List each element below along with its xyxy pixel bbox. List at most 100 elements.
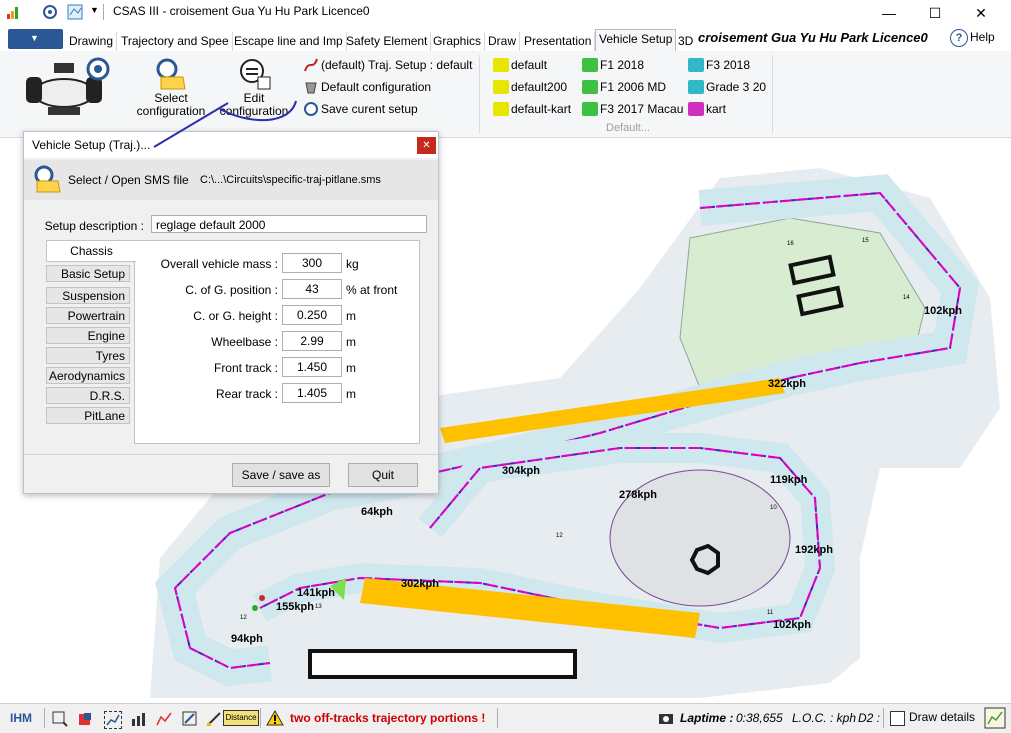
- tab-drawing[interactable]: Drawing: [66, 32, 118, 51]
- trajectory-setup-icon: [304, 58, 318, 72]
- annotation-arrow: [153, 100, 297, 148]
- speed-label: 278kph: [619, 489, 657, 501]
- preset-f3-2017-macau[interactable]: F3 2017 Macau: [600, 102, 683, 116]
- edit-graph-icon[interactable]: [182, 711, 198, 727]
- open-folder-icon[interactable]: [32, 164, 64, 194]
- dialog-divider: [24, 454, 438, 455]
- preset-grade-3-20[interactable]: Grade 3 20: [706, 80, 766, 94]
- speed-label: 322kph: [768, 378, 806, 390]
- preset-f1-2006-md[interactable]: F1 2006 MD: [600, 80, 666, 94]
- preset-default200[interactable]: default200: [511, 80, 567, 94]
- chart-icon[interactable]: [104, 711, 122, 729]
- ribbon-group-label-default: Default...: [606, 122, 651, 134]
- grid-view-icon[interactable]: [984, 707, 1006, 729]
- save-as-button[interactable]: Save / save as: [232, 463, 330, 487]
- title-bar: ▼ CSAS III - croisement Gua Yu Hu Park L…: [0, 0, 1011, 26]
- speed-label: 141kph: [297, 587, 335, 599]
- front-track-input[interactable]: 1.450: [282, 357, 342, 377]
- laptime-label: Laptime :: [680, 711, 734, 725]
- setup-description-label: Setup description :: [44, 219, 144, 233]
- help-label[interactable]: Help: [970, 30, 995, 44]
- preset-default[interactable]: default: [511, 58, 547, 72]
- open-sms-file-button[interactable]: Select / Open SMS file: [68, 173, 189, 187]
- traj-setup-button[interactable]: (default) Traj. Setup : default: [321, 58, 472, 72]
- vehicle-mass-input[interactable]: 300: [282, 253, 342, 273]
- setup-description-input[interactable]: reglage default 2000: [151, 215, 427, 233]
- tab-escape-line[interactable]: Escape line and Imp: [231, 32, 347, 51]
- tab-chassis[interactable]: Chassis: [46, 240, 136, 262]
- speed-label: 119kph: [770, 474, 808, 486]
- tab-aerodynamics[interactable]: Aerodynamics: [46, 367, 130, 384]
- cog-height-input[interactable]: 0.250: [282, 305, 342, 325]
- wheelbase-unit: m: [346, 335, 356, 349]
- file-menu-button[interactable]: ▼: [8, 29, 63, 49]
- cog-position-input[interactable]: 43: [282, 279, 342, 299]
- magnifier-icon[interactable]: [52, 711, 68, 727]
- status-separator: [260, 708, 261, 728]
- tab-powertrain[interactable]: Powertrain: [46, 307, 130, 324]
- turn-number: 12: [556, 533, 563, 539]
- cog-position-label: C. of G. position :: [185, 283, 278, 297]
- default-configuration-button[interactable]: Default configuration: [321, 80, 431, 94]
- maximize-button[interactable]: ☐: [912, 0, 958, 26]
- preset-default-kart[interactable]: default-kart: [511, 102, 571, 116]
- select-configuration-icon[interactable]: [155, 57, 189, 91]
- tab-graphics[interactable]: Graphics: [430, 32, 486, 51]
- formula-car-icon: [26, 57, 110, 115]
- ribbon-banner-title: croisement Gua Yu Hu Park Licence0: [698, 30, 928, 45]
- draw-details-label[interactable]: Draw details: [909, 710, 975, 724]
- ruler-icon[interactable]: [206, 711, 222, 727]
- ribbon-tab-row: ▼ Drawing Trajectory and Spee Escape lin…: [0, 26, 1011, 53]
- distance-tool-button[interactable]: Distance: [223, 710, 259, 726]
- tab-basic-setup[interactable]: Basic Setup: [46, 265, 130, 282]
- file-path: C:\...\Circuits\specific-traj-pitlane.sm…: [200, 174, 381, 186]
- tab-vehicle-setup[interactable]: Vehicle Setup: [595, 29, 677, 53]
- tab-draw[interactable]: Draw: [485, 32, 521, 51]
- preset-slider-icon: [582, 102, 598, 116]
- turn-number: 14: [903, 295, 910, 301]
- cog-height-unit: m: [346, 309, 356, 323]
- ihm-mode-label[interactable]: IHM: [10, 711, 32, 725]
- preset-slider-icon: [493, 102, 509, 116]
- bars-chart-icon[interactable]: [130, 711, 146, 727]
- vehicle-mass-label: Overall vehicle mass :: [160, 257, 278, 271]
- wheelbase-input[interactable]: 2.99: [282, 331, 342, 351]
- tab-3d[interactable]: 3D: [675, 32, 696, 51]
- quit-button[interactable]: Quit: [348, 463, 418, 487]
- tab-safety-element[interactable]: Safety Element: [343, 32, 432, 51]
- preset-f3-2018[interactable]: F3 2018: [706, 58, 750, 72]
- tab-tyres[interactable]: Tyres: [46, 347, 130, 364]
- tab-presentation[interactable]: Presentation: [521, 32, 596, 51]
- preset-slider-icon: [688, 58, 704, 72]
- map-icon[interactable]: [66, 3, 84, 21]
- cube-icon[interactable]: [77, 711, 93, 727]
- rear-track-input[interactable]: 1.405: [282, 383, 342, 403]
- settings-icon[interactable]: [42, 4, 58, 20]
- preset-f1-2018[interactable]: F1 2018: [600, 58, 644, 72]
- close-button[interactable]: ✕: [958, 0, 1004, 26]
- save-current-setup-button[interactable]: Save curent setup: [321, 102, 418, 116]
- draw-details-checkbox[interactable]: [890, 711, 905, 726]
- laptime-value: 0:38,655: [736, 711, 783, 725]
- wheelbase-label: Wheelbase :: [211, 335, 278, 349]
- profile-chart-icon[interactable]: [156, 711, 172, 727]
- tab-suspension[interactable]: Suspension: [46, 287, 130, 304]
- dialog-title: Vehicle Setup (Traj.)...: [32, 138, 151, 152]
- ribbon-group-separator: [772, 55, 773, 133]
- camera-icon: [659, 714, 673, 724]
- tab-trajectory[interactable]: Trajectory and Spee: [118, 32, 233, 51]
- tab-pitlane[interactable]: PitLane: [46, 407, 130, 424]
- warning-icon: [266, 710, 284, 726]
- quick-access-dropdown-icon[interactable]: ▼: [90, 5, 99, 15]
- tab-engine[interactable]: Engine: [46, 327, 130, 344]
- turn-number: 11: [767, 610, 774, 616]
- preset-kart[interactable]: kart: [706, 102, 726, 116]
- minimize-button[interactable]: —: [866, 0, 912, 26]
- speed-label: 155kph: [276, 601, 314, 613]
- dialog-close-button[interactable]: ✕: [417, 137, 436, 154]
- edit-configuration-icon[interactable]: [238, 57, 272, 91]
- tab-drs[interactable]: D.R.S.: [46, 387, 130, 404]
- cog-height-label: C. or G. height :: [193, 309, 278, 323]
- help-icon[interactable]: ?: [950, 29, 968, 47]
- speed-label: 102kph: [924, 305, 962, 317]
